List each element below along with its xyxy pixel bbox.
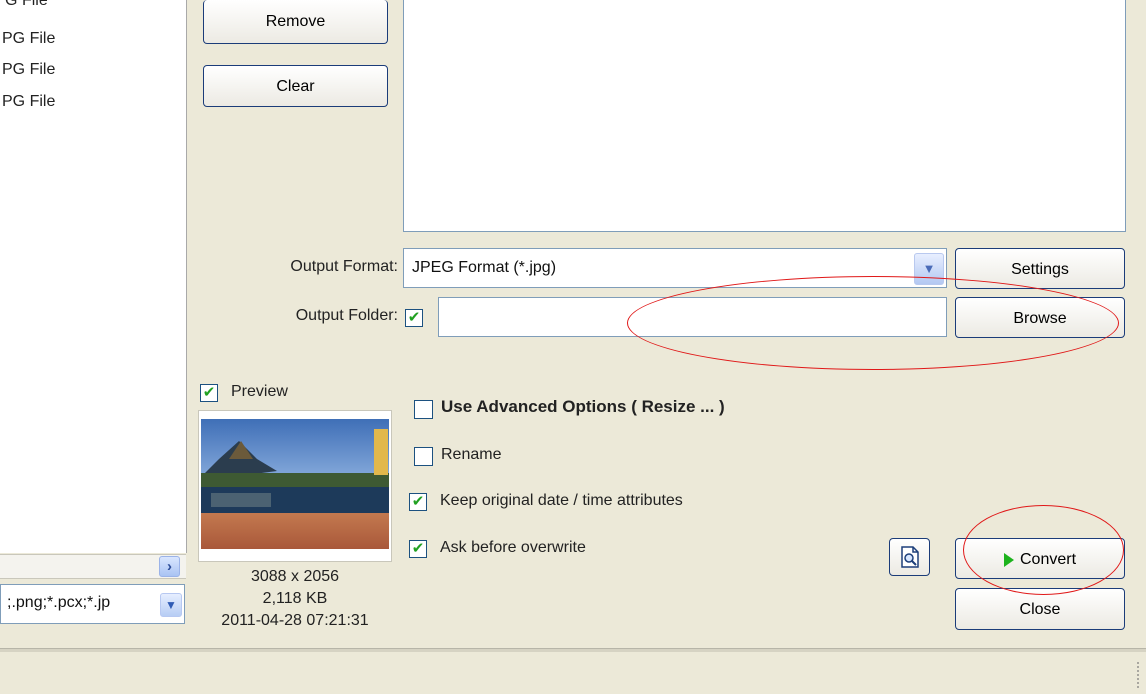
play-arrow-icon xyxy=(1003,552,1014,567)
remove-button[interactable]: Remove xyxy=(203,0,388,44)
output-format-label: Output Format: xyxy=(290,258,398,275)
inspect-button[interactable] xyxy=(889,538,930,576)
resize-grip-icon[interactable] xyxy=(1137,662,1142,688)
advanced-options-checkbox[interactable] xyxy=(414,400,433,419)
file-type-cell: PG File xyxy=(2,93,56,110)
convert-button[interactable]: Convert xyxy=(955,538,1125,579)
preview-image xyxy=(199,411,391,561)
source-file-list[interactable] xyxy=(403,0,1126,232)
image-size: 2,118 KB xyxy=(262,590,328,607)
rename-label: Rename xyxy=(441,446,502,463)
clear-button[interactable]: Clear xyxy=(203,65,388,107)
ask-overwrite-label: Ask before overwrite xyxy=(440,539,586,556)
file-type-cell: 'G File xyxy=(2,0,48,9)
chevron-right-icon[interactable]: › xyxy=(159,556,180,577)
preview-checkbox[interactable]: ✔ xyxy=(200,384,218,402)
status-bar-separator xyxy=(0,649,1146,652)
browse-button[interactable]: Browse xyxy=(955,297,1125,338)
chevron-down-icon[interactable]: ▼ xyxy=(914,253,944,285)
rename-checkbox[interactable] xyxy=(414,447,433,466)
chevron-down-icon[interactable]: ▼ xyxy=(160,593,182,617)
image-dimensions: 3088 x 2056 xyxy=(250,568,340,585)
preview-thumbnail xyxy=(198,410,392,562)
output-folder-label: Output Folder: xyxy=(295,307,398,324)
file-list-panel[interactable]: 'G File PG File PG File PG File xyxy=(0,0,187,553)
ask-overwrite-checkbox[interactable]: ✔ xyxy=(409,540,427,558)
file-type-cell: PG File xyxy=(2,30,56,47)
preview-label: Preview xyxy=(231,383,288,400)
magnifier-page-icon xyxy=(900,546,919,568)
keep-date-checkbox[interactable]: ✔ xyxy=(409,493,427,511)
file-filter-value: ;.png;*.pcx;*.jp xyxy=(7,594,111,611)
image-date: 2011-04-28 07:21:31 xyxy=(221,612,369,629)
output-folder-field[interactable] xyxy=(438,297,947,337)
advanced-options-label: Use Advanced Options ( Resize ... ) xyxy=(441,397,725,416)
output-format-select[interactable]: JPEG Format (*.jpg) ▼ xyxy=(403,248,947,288)
file-type-cell: PG File xyxy=(2,61,56,78)
file-filter-select[interactable]: ;.png;*.pcx;*.jp ▼ xyxy=(0,584,185,624)
horizontal-scrollbar[interactable]: › xyxy=(0,554,186,579)
status-bar xyxy=(0,648,1146,694)
convert-label: Convert xyxy=(1019,551,1077,568)
keep-date-label: Keep original date / time attributes xyxy=(440,492,683,509)
output-format-value: JPEG Format (*.jpg) xyxy=(412,259,557,276)
close-button[interactable]: Close xyxy=(955,588,1125,630)
output-folder-checkbox[interactable]: ✔ xyxy=(405,309,423,327)
settings-button[interactable]: Settings xyxy=(955,248,1125,289)
